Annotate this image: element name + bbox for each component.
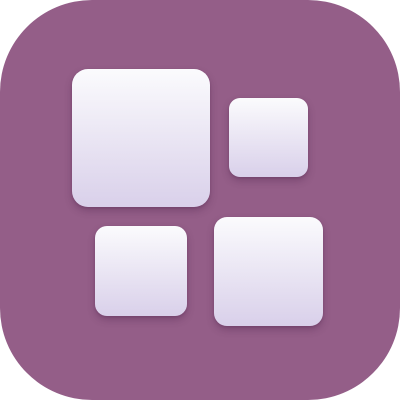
tile-medium xyxy=(95,226,187,316)
widget-grid-icon[interactable] xyxy=(0,0,400,400)
tile-xlarge xyxy=(214,217,323,326)
tile-large xyxy=(72,69,210,207)
tile-small xyxy=(229,98,308,177)
